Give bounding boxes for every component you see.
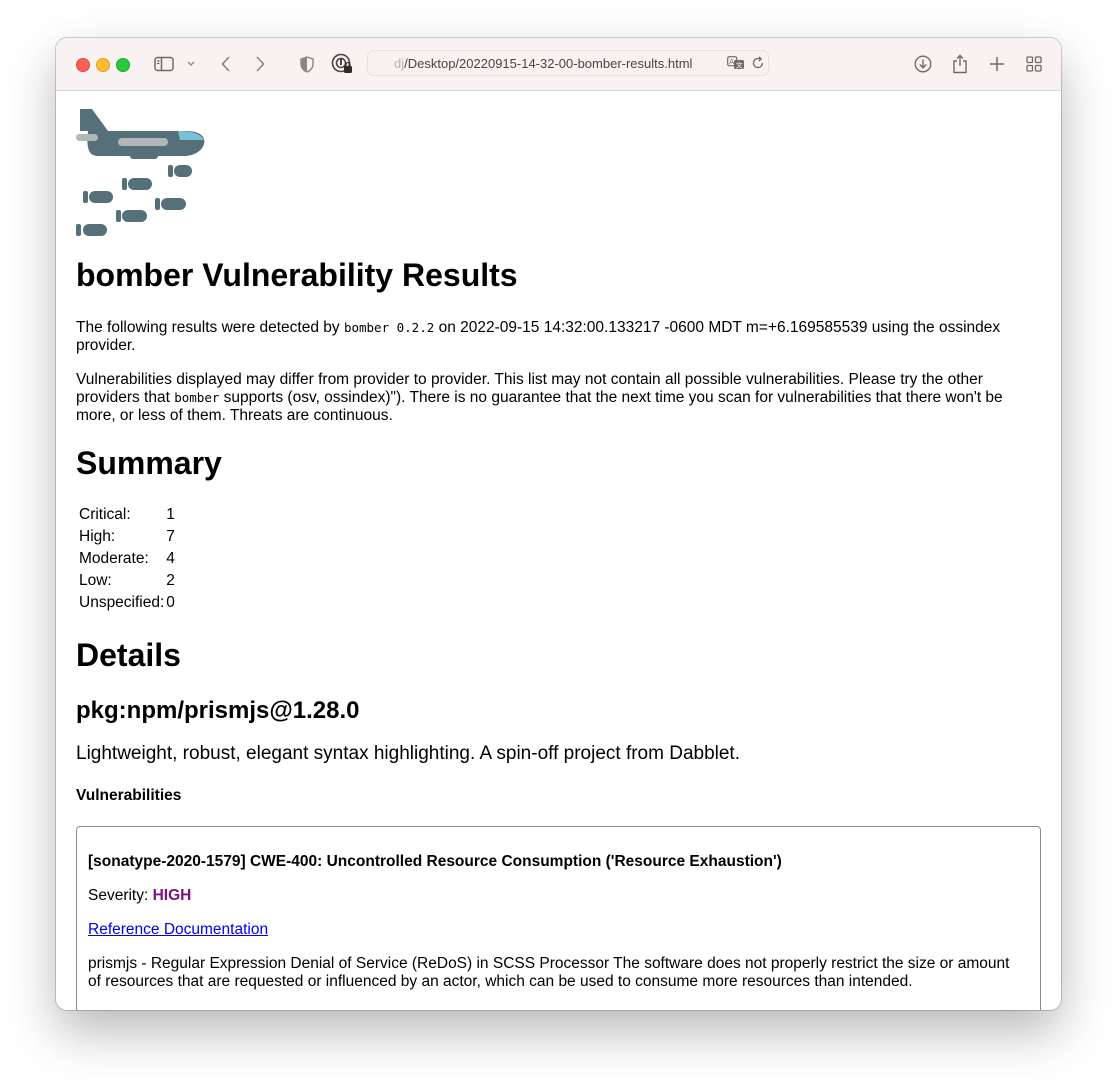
summary-row-critical: Critical: 1 xyxy=(79,506,175,523)
tab-overview-icon[interactable] xyxy=(1024,53,1044,75)
summary-row-moderate: Moderate: 4 xyxy=(79,550,175,567)
reload-icon[interactable] xyxy=(751,56,765,75)
package-name: pkg:npm/prismjs@1.28.0 xyxy=(76,697,360,724)
minimize-window-button[interactable] xyxy=(96,58,110,72)
share-icon[interactable] xyxy=(950,53,970,75)
page-content: bomber Vulnerability Results The followi… xyxy=(56,91,1061,1010)
vulnerability-severity: Severity: HIGH xyxy=(88,887,192,904)
vulnerability-card: [sonatype-2020-1579] CWE-400: Uncontroll… xyxy=(76,826,1041,1010)
tool-version: bomber 0.2.2 xyxy=(343,320,435,335)
page-title: bomber Vulnerability Results xyxy=(76,257,518,293)
package-description: Lightweight, robust, elegant syntax high… xyxy=(76,743,740,764)
vulnerability-description: prismjs - Regular Expression Denial of S… xyxy=(88,955,1010,990)
url-prefix: dj xyxy=(394,55,405,71)
summary-row-high: High: 7 xyxy=(79,528,175,545)
vulnerabilities-heading: Vulnerabilities xyxy=(76,787,182,804)
summary-row-low: Low: 2 xyxy=(79,572,175,589)
translate-icon[interactable]: A文 xyxy=(727,56,745,75)
shield-icon[interactable] xyxy=(297,53,317,75)
svg-text:文: 文 xyxy=(736,61,743,70)
chevron-down-icon[interactable] xyxy=(185,53,197,75)
download-icon[interactable] xyxy=(913,53,933,75)
details-heading: Details xyxy=(76,637,181,673)
browser-toolbar: dj /Desktop/20220915-14-32-00-bomber-res… xyxy=(56,38,1061,91)
summary-row-unspecified: Unspecified: 0 xyxy=(79,594,175,611)
zoom-window-button[interactable] xyxy=(116,58,130,72)
vulnerability-title: [sonatype-2020-1579] CWE-400: Uncontroll… xyxy=(88,853,782,870)
new-tab-icon[interactable] xyxy=(987,53,1007,75)
sidebar-icon[interactable] xyxy=(152,53,176,75)
back-icon[interactable] xyxy=(217,53,235,75)
url-path: /Desktop/20220915-14-32-00-bomber-result… xyxy=(404,55,693,71)
bomber-logo xyxy=(76,109,206,239)
browser-window: dj /Desktop/20220915-14-32-00-bomber-res… xyxy=(56,38,1061,1010)
tool-name: bomber xyxy=(174,390,220,405)
summary-heading: Summary xyxy=(76,445,222,481)
intro-paragraph: The following results were detected by b… xyxy=(76,319,1001,354)
summary-table: Critical: 1 High: 7 Moderate: 4 Low: 2 Unspe… xyxy=(77,504,177,614)
password-icon[interactable] xyxy=(331,53,353,75)
reference-documentation-link[interactable]: Reference Documentation xyxy=(88,921,268,939)
address-bar[interactable]: dj /Desktop/20220915-14-32-00-bomber-res… xyxy=(367,50,769,76)
svg-text:A: A xyxy=(729,58,734,66)
disclaimer-paragraph: Vulnerabilities displayed may differ fro… xyxy=(76,371,1003,424)
forward-icon[interactable] xyxy=(251,53,269,75)
severity-value: HIGH xyxy=(152,887,192,904)
close-window-button[interactable] xyxy=(76,58,90,72)
